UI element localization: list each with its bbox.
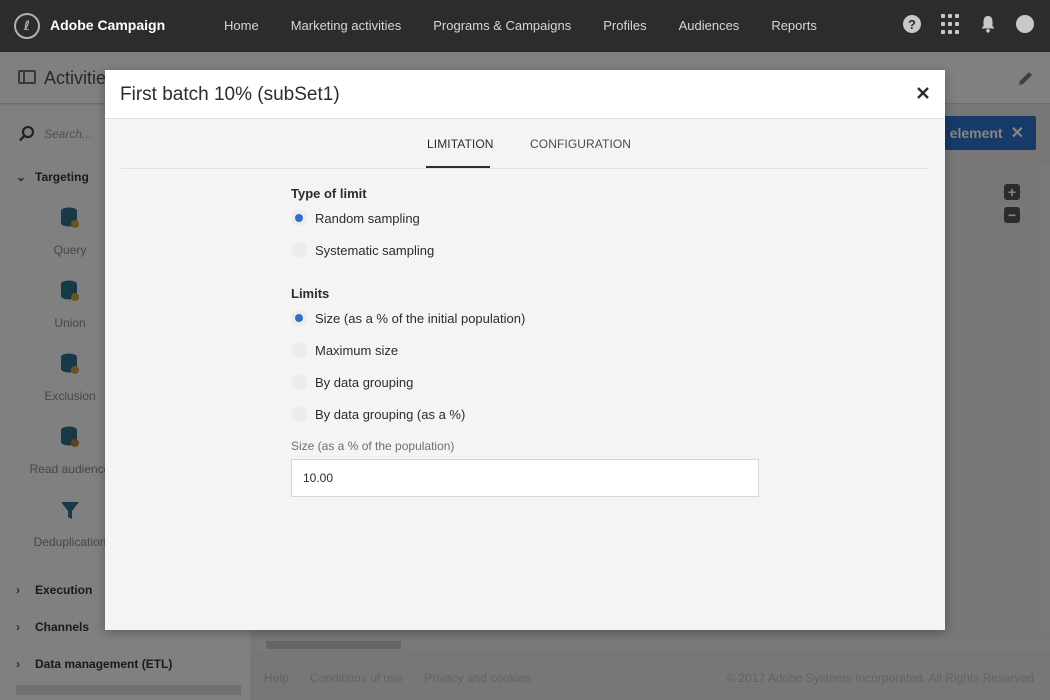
apps-grid-icon[interactable]	[940, 14, 960, 34]
dialog-header: First batch 10% (subSet1)	[105, 70, 945, 119]
radio-by-data-grouping-label: By data grouping	[315, 374, 414, 390]
nav-audiences[interactable]: Audiences	[679, 18, 740, 33]
size-field-label: Size (as a % of the population)	[291, 439, 455, 453]
radio-size-percent-label: Size (as a % of the initial population)	[315, 310, 526, 326]
tab-configuration[interactable]: CONFIGURATION	[530, 137, 631, 151]
radio-unselected-icon	[291, 342, 307, 358]
radio-selected-icon	[291, 210, 307, 226]
radio-maximum-size[interactable]: Maximum size	[291, 342, 398, 358]
radio-unselected-icon	[291, 374, 307, 390]
limit-dialog: First batch 10% (subSet1) LIMITATION CON…	[105, 70, 945, 630]
radio-by-data-grouping-percent[interactable]: By data grouping (as a %)	[291, 406, 465, 422]
bell-icon[interactable]	[979, 14, 997, 34]
radio-random-sampling[interactable]: Random sampling	[291, 210, 420, 226]
nav-home[interactable]: Home	[224, 18, 259, 33]
close-icon[interactable]	[915, 85, 931, 101]
radio-size-percent[interactable]: Size (as a % of the initial population)	[291, 310, 525, 326]
size-percent-input[interactable]	[291, 459, 759, 497]
radio-maximum-size-label: Maximum size	[315, 342, 399, 358]
tab-limitation[interactable]: LIMITATION	[427, 137, 494, 151]
main-nav: Home Marketing activities Programs & Cam…	[224, 18, 849, 33]
nav-profiles[interactable]: Profiles	[603, 18, 646, 33]
dialog-title: First batch 10% (subSet1)	[120, 84, 340, 105]
nav-programs-campaigns[interactable]: Programs & Campaigns	[433, 18, 571, 33]
radio-by-data-grouping-percent-label: By data grouping (as a %)	[315, 406, 466, 422]
radio-selected-icon	[291, 310, 307, 326]
app-name[interactable]: Adobe Campaign	[50, 17, 165, 33]
radio-systematic-sampling[interactable]: Systematic sampling	[291, 242, 434, 258]
radio-systematic-sampling-label: Systematic sampling	[315, 242, 435, 258]
adobe-campaign-logo-icon[interactable]: ℓ	[14, 13, 40, 39]
dialog-tabs: LIMITATION CONFIGURATION	[121, 120, 929, 169]
active-tab-indicator	[426, 166, 490, 168]
limits-label: Limits	[291, 286, 330, 301]
radio-unselected-icon	[291, 406, 307, 422]
type-of-limit-label: Type of limit	[291, 186, 367, 201]
radio-random-sampling-label: Random sampling	[315, 210, 420, 226]
nav-reports[interactable]: Reports	[771, 18, 817, 33]
help-icon[interactable]: ?	[903, 15, 921, 33]
avatar-icon[interactable]	[1016, 15, 1034, 33]
radio-unselected-icon	[291, 242, 307, 258]
radio-by-data-grouping[interactable]: By data grouping	[291, 374, 413, 390]
top-icons: ?	[884, 14, 1034, 34]
nav-marketing-activities[interactable]: Marketing activities	[291, 18, 402, 33]
top-navigation-bar: ℓ Adobe Campaign Home Marketing activiti…	[0, 0, 1050, 52]
